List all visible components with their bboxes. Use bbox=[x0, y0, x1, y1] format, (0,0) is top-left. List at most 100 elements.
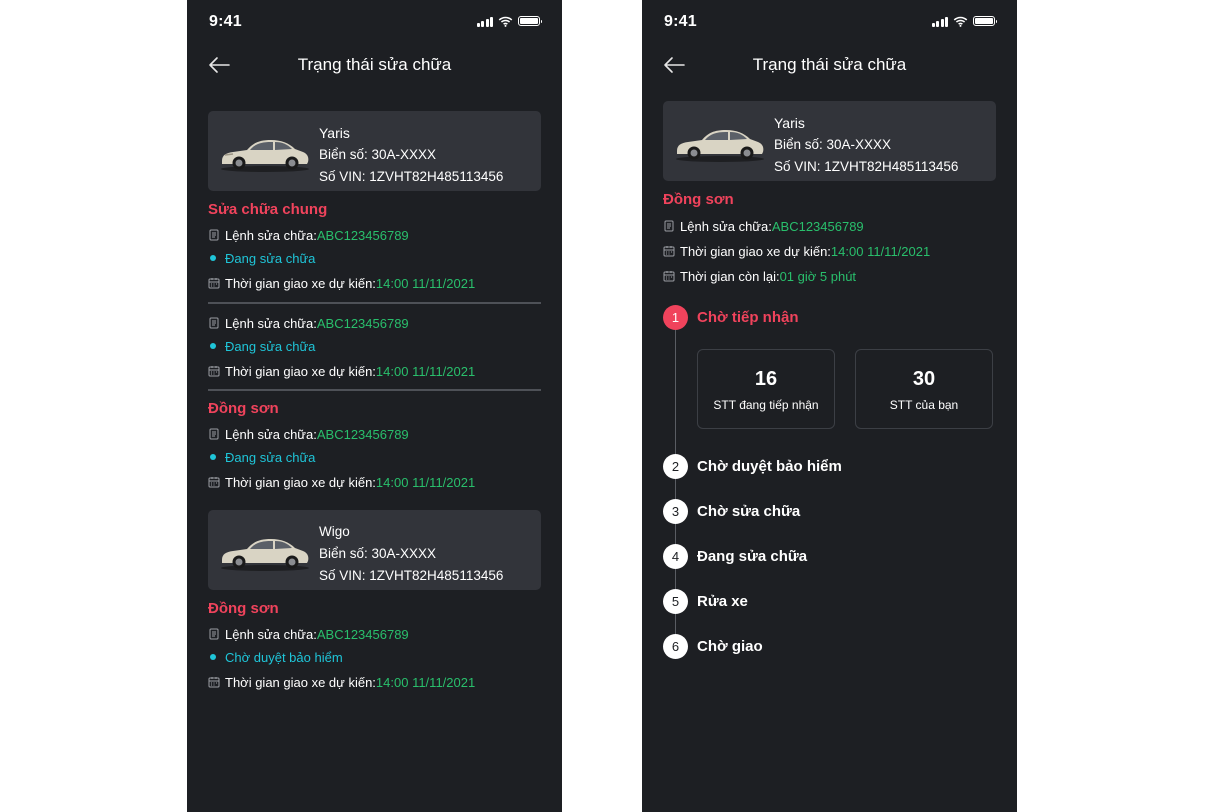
car-image bbox=[221, 539, 309, 571]
car-card-yaris[interactable]: Yaris Biển số: 30A-XXXX Số VIN: 1ZVHT82H… bbox=[663, 101, 996, 181]
calendar-icon bbox=[208, 366, 220, 377]
delivery-time: 14:00 11/11/2021 bbox=[830, 243, 931, 259]
section-title: Đồng sơn bbox=[208, 600, 279, 617]
status-dot-icon bbox=[210, 654, 216, 660]
order-code[interactable]: ABC123456789 bbox=[317, 316, 409, 331]
calendar-icon bbox=[208, 278, 220, 289]
car-info: Wigo Biển số: 30A-XXXX Số VIN: 1ZVHT82H4… bbox=[319, 521, 503, 587]
battery-icon bbox=[973, 16, 997, 26]
car-name: Yaris bbox=[774, 115, 805, 131]
order-label: Lệnh sửa chữa: bbox=[225, 426, 317, 442]
step-number: 2 bbox=[663, 453, 688, 479]
order-code[interactable]: ABC123456789 bbox=[317, 427, 409, 442]
delivery-time: 14:00 11/11/2021 bbox=[375, 674, 476, 690]
calendar-icon bbox=[663, 271, 675, 282]
document-icon bbox=[209, 628, 219, 640]
car-vin: Số VIN: 1ZVHT82H485113456 bbox=[774, 159, 959, 174]
delivery-time: 14:00 11/11/2021 bbox=[375, 474, 476, 490]
delivery-label: Thời gian giao xe dự kiến: bbox=[680, 243, 831, 259]
repair-status: Đang sửa chữa bbox=[225, 338, 316, 354]
step-number: 6 bbox=[663, 633, 688, 659]
repair-status: Đang sửa chữa bbox=[225, 250, 316, 266]
calendar-icon bbox=[663, 246, 675, 257]
divider bbox=[208, 302, 541, 304]
status-row: Chờ duyệt bảo hiểm bbox=[208, 648, 343, 666]
document-icon bbox=[209, 229, 219, 241]
delivery-label: Thời gian giao xe dự kiến: bbox=[225, 474, 376, 490]
queue-current-box: 16 STT đang tiếp nhận bbox=[697, 349, 835, 429]
page-title: Trạng thái sửa chữa bbox=[752, 55, 907, 74]
delivery-label: Thời gian giao xe dự kiến: bbox=[225, 275, 376, 291]
order-label: Lệnh sửa chữa: bbox=[680, 218, 772, 234]
delivery-time: 14:00 11/11/2021 bbox=[375, 275, 476, 291]
order-row: Lệnh sửa chữa: ABC123456789 bbox=[208, 226, 409, 244]
repair-status: Chờ duyệt bảo hiểm bbox=[225, 649, 343, 665]
queue-mine-label: STT của bạn bbox=[889, 398, 959, 412]
section-title: Sửa chữa chung bbox=[208, 201, 328, 218]
section-title: Đồng sơn bbox=[663, 191, 734, 208]
remaining-row: Thời gian còn lại: 01 giờ 5 phút bbox=[663, 267, 856, 285]
order-code[interactable]: ABC123456789 bbox=[317, 627, 409, 642]
screen-repair-status-list: 9:41 Trạng thái sửa chữa Yaris Biển số: … bbox=[187, 0, 562, 812]
car-image bbox=[221, 140, 309, 172]
delivery-row: Thời gian giao xe dự kiến: 14:00 11/11/2… bbox=[208, 274, 475, 292]
step-number: 5 bbox=[663, 588, 688, 614]
car-plate: Biển số: 30A-XXXX bbox=[774, 137, 892, 152]
car-vin: Số VIN: 1ZVHT82H485113456 bbox=[319, 169, 504, 184]
order-code[interactable]: ABC123456789 bbox=[317, 228, 409, 243]
step-2: 2 Chờ duyệt bảo hiểm bbox=[663, 453, 842, 479]
delivery-label: Thời gian giao xe dự kiến: bbox=[225, 674, 376, 690]
document-icon bbox=[209, 428, 219, 440]
repair-status: Đang sửa chữa bbox=[225, 449, 316, 465]
battery-icon bbox=[518, 16, 542, 26]
step-label: Đang sửa chữa bbox=[697, 547, 808, 565]
status-icons bbox=[476, 15, 542, 27]
delivery-row: Thời gian giao xe dự kiến: 14:00 11/11/2… bbox=[663, 242, 930, 260]
page-title: Trạng thái sửa chữa bbox=[297, 55, 452, 74]
status-time: 9:41 bbox=[664, 13, 697, 30]
delivery-time: 14:00 11/11/2021 bbox=[375, 363, 476, 379]
queue-current-value: 16 bbox=[754, 368, 778, 390]
car-name: Yaris bbox=[319, 125, 350, 141]
order-label: Lệnh sửa chữa: bbox=[225, 626, 317, 642]
car-card-wigo[interactable]: Wigo Biển số: 30A-XXXX Số VIN: 1ZVHT82H4… bbox=[208, 510, 541, 590]
car-plate: Biển số: 30A-XXXX bbox=[319, 147, 437, 162]
signal-icon bbox=[931, 16, 948, 27]
order-code[interactable]: ABC123456789 bbox=[772, 219, 864, 234]
step-6: 6 Chờ giao bbox=[663, 633, 763, 659]
wifi-icon bbox=[953, 16, 968, 27]
order-label: Lệnh sửa chữa: bbox=[225, 315, 317, 331]
delivery-row: Thời gian giao xe dự kiến: 14:00 11/11/2… bbox=[208, 673, 475, 691]
divider bbox=[208, 389, 541, 391]
step-number: 4 bbox=[663, 543, 688, 569]
car-name: Wigo bbox=[319, 524, 350, 539]
screen-repair-status-detail: 9:41 Trạng thái sửa chữa Yaris Biển số: … bbox=[642, 0, 1017, 812]
signal-icon bbox=[476, 16, 493, 27]
car-info: Yaris Biển số: 30A-XXXX Số VIN: 1ZVHT82H… bbox=[774, 112, 958, 178]
order-row: Lệnh sửa chữa: ABC123456789 bbox=[208, 625, 409, 643]
step-5: 5 Rửa xe bbox=[663, 588, 748, 614]
order-row: Lệnh sửa chữa: ABC123456789 bbox=[208, 314, 409, 332]
delivery-row: Thời gian giao xe dự kiến: 14:00 11/11/2… bbox=[208, 473, 475, 491]
queue-mine-value: 30 bbox=[912, 368, 936, 390]
car-image bbox=[676, 130, 764, 162]
car-card-yaris[interactable]: Yaris Biển số: 30A-XXXX Số VIN: 1ZVHT82H… bbox=[208, 111, 541, 191]
calendar-icon bbox=[208, 677, 220, 688]
status-icons bbox=[931, 15, 997, 27]
section-title: Đồng sơn bbox=[208, 400, 279, 417]
document-icon bbox=[209, 317, 219, 329]
step-number: 3 bbox=[663, 498, 688, 524]
step-number: 1 bbox=[663, 304, 688, 330]
delivery-row: Thời gian giao xe dự kiến: 14:00 11/11/2… bbox=[208, 362, 475, 380]
step-label: Chờ duyệt bảo hiểm bbox=[697, 457, 842, 475]
document-icon bbox=[664, 220, 674, 232]
step-3: 3 Chờ sửa chữa bbox=[663, 498, 800, 524]
car-plate: Biển số: 30A-XXXX bbox=[319, 546, 437, 561]
status-row: Đang sửa chữa bbox=[208, 337, 315, 355]
status-dot-icon bbox=[210, 255, 216, 261]
status-row: Đang sửa chữa bbox=[208, 448, 315, 466]
wifi-icon bbox=[498, 16, 513, 27]
remaining-label: Thời gian còn lại: bbox=[680, 268, 780, 284]
step-label: Chờ giao bbox=[697, 637, 763, 655]
status-time: 9:41 bbox=[209, 13, 242, 30]
